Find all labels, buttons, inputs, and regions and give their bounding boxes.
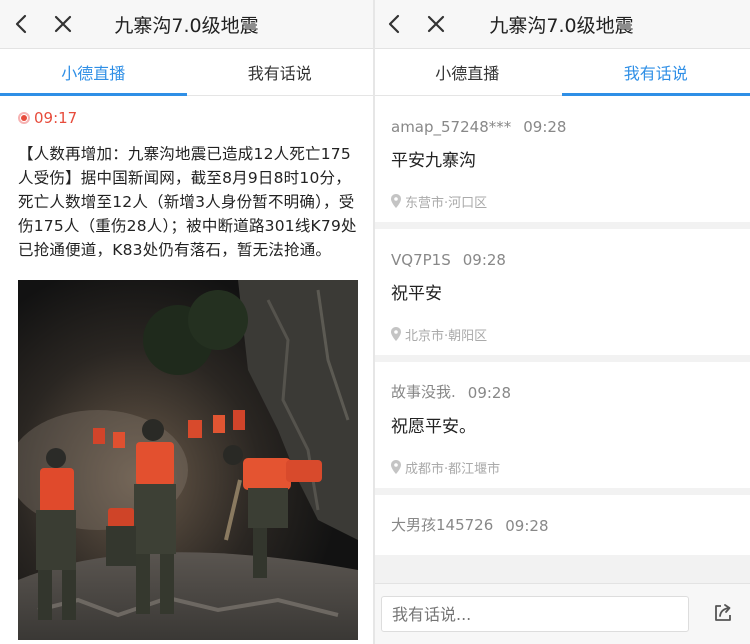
location-text: 东营市·河口区: [405, 195, 488, 211]
tab-bar: 小德直播 我有话说: [373, 49, 750, 96]
live-time: 09:17: [34, 109, 78, 127]
back-arrow-icon[interactable]: [381, 11, 407, 37]
close-icon[interactable]: [423, 11, 449, 37]
comment-item: VQ7P1S 09:28 祝平安 北京市·朝阳区: [373, 229, 750, 355]
top-bar: 九寨沟7.0级地震: [373, 0, 750, 49]
comment-location: 成都市·都江堰市: [391, 446, 732, 488]
comment-item: amap_57248*** 09:28 平安九寨沟 东营市·河口区: [373, 96, 750, 222]
comment-user: 故事没我.: [391, 383, 456, 401]
live-feed: 09:17 【人数再增加：九寨沟地震已造成12人死亡175人受伤】据中国新闻网，…: [0, 96, 373, 640]
comment-input-bar: [373, 583, 750, 644]
record-dot-icon: [18, 112, 30, 124]
comment-text: 平安九寨沟: [391, 150, 476, 171]
tab-comments[interactable]: 我有话说: [561, 49, 750, 96]
comment-user: 大男孩145726: [391, 516, 494, 534]
location-pin-icon: [391, 460, 401, 474]
back-arrow-icon[interactable]: [8, 11, 34, 37]
comment-header: amap_57248*** 09:28: [391, 96, 732, 136]
comment-user: VQ7P1S: [391, 251, 451, 269]
tab-comments[interactable]: 我有话说: [187, 49, 374, 95]
comment-time: 09:28: [523, 118, 567, 136]
comment-header: 故事没我. 09:28: [391, 362, 732, 402]
comment-header: VQ7P1S 09:28: [391, 229, 732, 269]
comment-list: amap_57248*** 09:28 平安九寨沟 东营市·河口区 VQ7P1S…: [373, 96, 750, 555]
comment-item: 故事没我. 09:28 祝愿平安。 成都市·都江堰市: [373, 362, 750, 488]
comment-time: 09:28: [505, 517, 549, 535]
comment-user: amap_57248***: [391, 118, 512, 136]
news-text: 【人数再增加：九寨沟地震已造成12人死亡175人受伤】据中国新闻网，截至8月9日…: [18, 145, 357, 259]
live-panel: 九寨沟7.0级地震 小德直播 我有话说 09:17 【人数再增加：九寨沟地震已造…: [0, 0, 373, 644]
top-bar: 九寨沟7.0级地震: [0, 0, 373, 49]
comment-time: 09:28: [467, 384, 512, 402]
comments-panel: 九寨沟7.0级地震 小德直播 我有话说 amap_57248*** 09:28 …: [373, 0, 750, 644]
rescue-photo: [18, 280, 358, 640]
comment-time: 09:28: [462, 251, 506, 269]
location-pin-icon: [391, 194, 401, 208]
panel-divider: [373, 0, 375, 644]
close-icon[interactable]: [50, 11, 76, 37]
comment-header: 大男孩145726 09:28: [391, 495, 732, 535]
tab-live[interactable]: 小德直播: [373, 49, 562, 95]
comment-location: 东营市·河口区: [391, 180, 732, 222]
comment-text: 祝愿平安。: [391, 416, 476, 437]
location-text: 北京市·朝阳区: [405, 328, 488, 344]
location-text: 成都市·都江堰市: [405, 461, 501, 477]
location-pin-icon: [391, 327, 401, 341]
comment-item: 大男孩145726 09:28: [373, 495, 750, 555]
live-time-row: 09:17: [18, 108, 357, 128]
comment-input[interactable]: [381, 596, 689, 632]
tab-live[interactable]: 小德直播: [0, 49, 187, 96]
share-icon[interactable]: [710, 600, 736, 626]
tab-bar: 小德直播 我有话说: [0, 49, 373, 96]
comment-location: 北京市·朝阳区: [391, 313, 732, 355]
comment-text: 祝平安: [391, 283, 442, 304]
